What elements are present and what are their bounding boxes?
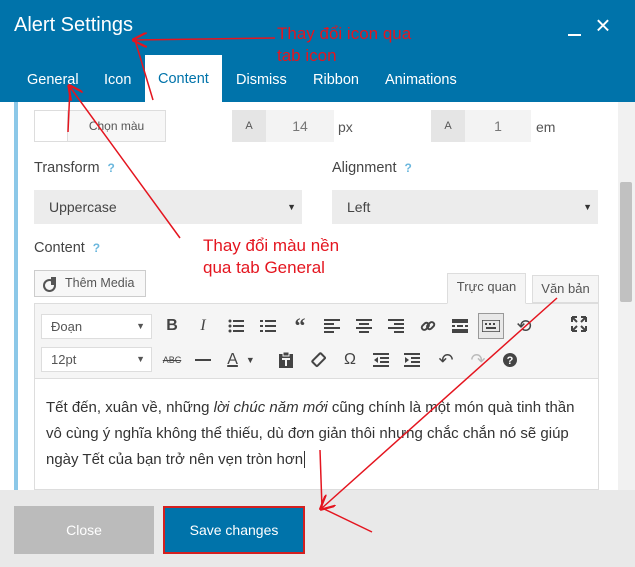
editor-content[interactable]: Tết đến, xuân về, những lời chúc năm mới…	[34, 379, 599, 490]
help-icon[interactable]: ?	[108, 161, 115, 175]
horizontal-line-icon[interactable]	[190, 347, 216, 373]
align-right-icon[interactable]	[383, 313, 409, 339]
save-changes-button[interactable]: Save changes	[163, 506, 305, 554]
minimize-icon[interactable]	[566, 16, 584, 38]
bullet-list-icon[interactable]	[223, 313, 249, 339]
editor-toolbar: Đoạn ▼ B I “ ⟲ 12pt ▼ ABC A ▼ Ω ↶ ↷ ?	[34, 303, 599, 379]
indent-icon[interactable]	[399, 347, 425, 373]
content-label: Content?	[34, 240, 100, 256]
close-icon[interactable]: ×	[592, 12, 614, 38]
settings-panel: Chọn màu A 14 px A 1 em Transform? Upper…	[0, 102, 635, 490]
help-icon[interactable]: ?	[93, 241, 100, 255]
special-character-icon[interactable]: Ω	[337, 347, 363, 373]
chevron-down-icon: ▼	[136, 354, 145, 364]
align-left-icon[interactable]	[319, 313, 345, 339]
bold-icon[interactable]: B	[159, 313, 185, 339]
fullscreen-icon[interactable]	[566, 311, 592, 337]
strikethrough-icon[interactable]: ABC	[159, 347, 185, 373]
tab-ribbon[interactable]: Ribbon	[313, 68, 359, 102]
tab-general[interactable]: General	[27, 68, 79, 102]
tab-content[interactable]: Content	[145, 55, 222, 102]
help-icon[interactable]: ?	[497, 347, 523, 373]
close-button[interactable]: Close	[14, 506, 154, 554]
chevron-down-icon: ▼	[583, 202, 592, 212]
tab-text[interactable]: Văn bản	[532, 275, 599, 303]
tab-animations[interactable]: Animations	[385, 68, 457, 102]
dialog-footer: Close Save changes	[0, 490, 635, 567]
refresh-icon[interactable]: ⟲	[511, 313, 537, 339]
content-label-text: Content	[34, 240, 85, 256]
tab-visual[interactable]: Trực quan	[447, 273, 526, 304]
alignment-label: Alignment?	[332, 160, 412, 176]
transform-value: Uppercase	[49, 199, 117, 215]
clear-formatting-icon[interactable]	[305, 347, 331, 373]
transform-label: Transform?	[34, 160, 115, 176]
font-size-select-value: 12pt	[51, 352, 77, 367]
svg-text:?: ?	[507, 355, 514, 367]
dialog-title: Alert Settings	[14, 14, 133, 36]
background-annotation: Thay đổi màu nền qua tab General	[203, 236, 340, 277]
add-media-label: Thêm Media	[65, 276, 135, 290]
scrollbar-thumb[interactable]	[620, 182, 632, 302]
media-icon	[43, 277, 57, 292]
chevron-down-icon: ▼	[245, 355, 255, 365]
font-size-select[interactable]: 12pt ▼	[41, 347, 152, 372]
tab-icon[interactable]: Icon	[104, 68, 131, 102]
align-center-icon[interactable]	[351, 313, 377, 339]
blockquote-icon[interactable]: “	[287, 313, 313, 339]
line-height-unit: em	[536, 119, 556, 135]
transform-select[interactable]: Uppercase ▼	[34, 190, 302, 224]
editor-text-start: Tết đến, xuân về, những	[46, 399, 214, 416]
chevron-down-icon: ▼	[287, 202, 296, 212]
format-select[interactable]: Đoạn ▼	[41, 314, 152, 339]
section-accent-bar	[14, 102, 18, 490]
editor-text-italic: lời chúc năm mới	[213, 399, 328, 416]
font-size-unit: px	[338, 119, 353, 135]
line-height-input[interactable]: 1	[465, 110, 531, 142]
transform-label-text: Transform	[34, 160, 100, 176]
toolbar-toggle-icon[interactable]	[478, 313, 504, 339]
paste-text-icon[interactable]	[273, 347, 299, 373]
add-media-button[interactable]: Thêm Media	[34, 270, 146, 297]
line-height-prefix: A	[431, 110, 465, 142]
link-icon[interactable]	[415, 313, 441, 339]
italic-icon[interactable]: I	[190, 313, 216, 339]
redo-icon[interactable]: ↷	[465, 347, 491, 373]
text-color-letter: A	[227, 351, 238, 368]
undo-icon[interactable]: ↶	[433, 347, 459, 373]
help-icon[interactable]: ?	[404, 161, 411, 175]
tab-dismiss[interactable]: Dismiss	[236, 68, 287, 102]
outdent-icon[interactable]	[368, 347, 394, 373]
choose-color-button[interactable]: Chọn màu	[67, 110, 166, 142]
numbered-list-icon[interactable]	[255, 313, 281, 339]
font-size-input[interactable]: 14	[266, 110, 334, 142]
format-select-value: Đoạn	[51, 319, 83, 334]
chevron-down-icon: ▼	[136, 321, 145, 331]
color-swatch[interactable]	[34, 110, 68, 142]
text-color-icon[interactable]: A ▼	[221, 347, 261, 373]
text-cursor: ​	[304, 451, 306, 468]
font-size-prefix: A	[232, 110, 266, 142]
alignment-label-text: Alignment	[332, 160, 397, 176]
read-more-icon[interactable]	[447, 313, 473, 339]
icon-annotation: Thay đổi icon qua tab icon	[277, 24, 412, 65]
alignment-value: Left	[347, 199, 371, 215]
alignment-select[interactable]: Left ▼	[332, 190, 598, 224]
